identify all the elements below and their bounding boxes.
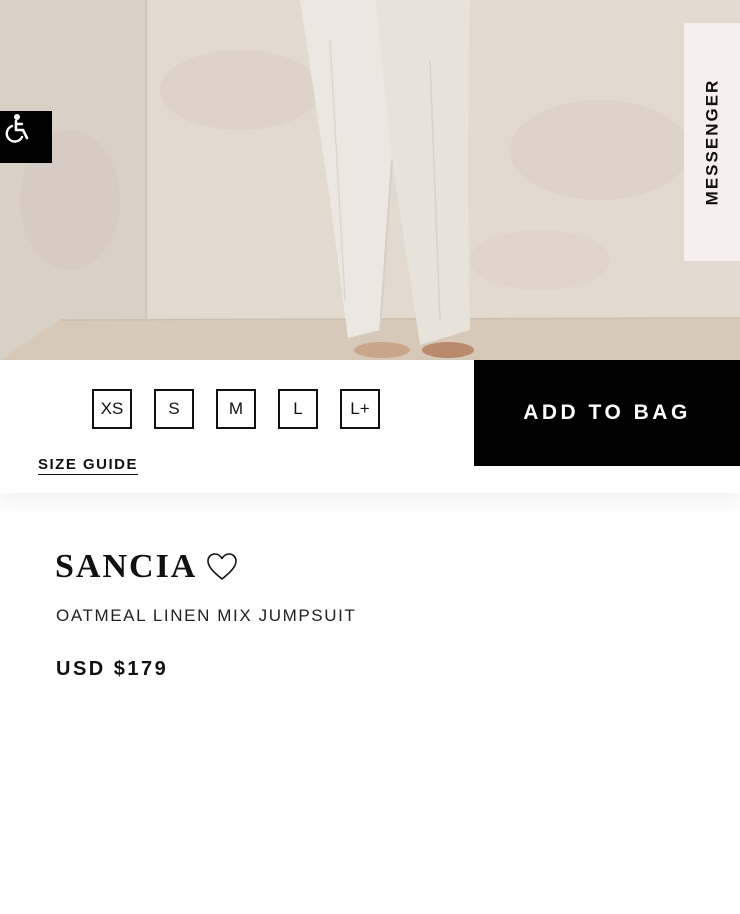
wheelchair-accessibility-icon bbox=[5, 114, 29, 143]
product-photo bbox=[0, 0, 740, 360]
size-option-m[interactable]: M bbox=[216, 389, 256, 429]
favorite-button[interactable] bbox=[206, 552, 238, 587]
heart-outline-icon bbox=[207, 553, 237, 580]
product-hero-image: MESSENGER bbox=[0, 0, 740, 360]
accessibility-button[interactable] bbox=[0, 111, 52, 163]
size-option-s[interactable]: S bbox=[154, 389, 194, 429]
add-to-bag-button[interactable]: ADD TO BAG bbox=[474, 360, 740, 466]
size-option-l[interactable]: L bbox=[278, 389, 318, 429]
messenger-tab[interactable]: MESSENGER bbox=[684, 23, 740, 261]
size-guide-link[interactable]: SIZE GUIDE bbox=[38, 456, 138, 473]
messenger-label: MESSENGER bbox=[702, 78, 722, 206]
product-description: OATMEAL LINEN MIX JUMPSUIT bbox=[56, 606, 357, 625]
product-name: SANCIA bbox=[55, 548, 198, 585]
size-option-xs[interactable]: XS bbox=[92, 389, 132, 429]
product-price: USD $179 bbox=[56, 658, 169, 680]
size-selector: XS S M L L+ bbox=[92, 389, 380, 429]
size-option-l-plus[interactable]: L+ bbox=[340, 389, 380, 429]
